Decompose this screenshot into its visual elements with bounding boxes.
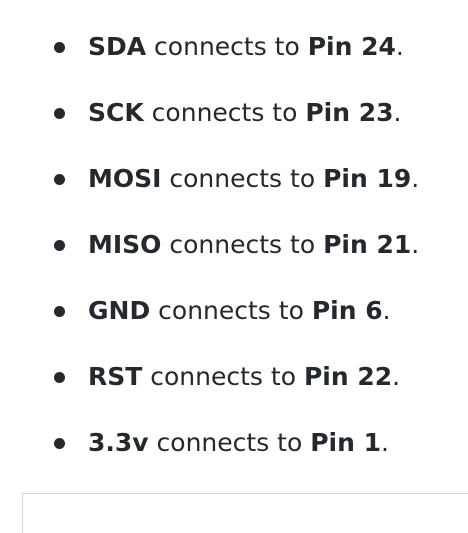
connects-text: connects to: [148, 428, 311, 457]
period: .: [411, 230, 420, 259]
period: .: [381, 428, 389, 457]
pin-number: Pin 1: [310, 428, 382, 457]
period: .: [393, 98, 402, 127]
period: .: [392, 362, 401, 391]
bullet-icon: [54, 42, 65, 53]
connects-text: connects to: [150, 296, 312, 325]
signal-name: MOSI: [88, 164, 162, 193]
list-item-3v3: 3.3v connects to Pin 1.: [0, 424, 468, 490]
pin-connection-list: SDA connects to Pin 24. SCK connects to …: [0, 28, 468, 490]
connects-text: connects to: [146, 32, 308, 61]
signal-name: SCK: [88, 98, 144, 127]
signal-name: SDA: [88, 32, 147, 61]
period: .: [411, 164, 420, 193]
connects-text: connects to: [161, 230, 324, 259]
next-block-border: [22, 493, 468, 533]
pin-number: Pin 21: [323, 230, 412, 259]
connects-text: connects to: [143, 98, 306, 127]
pin-number: Pin 24: [307, 32, 396, 61]
signal-name: RST: [88, 362, 143, 391]
bullet-icon: [54, 306, 65, 317]
bullet-icon: [54, 174, 65, 185]
list-item-rst: RST connects to Pin 22.: [0, 358, 468, 424]
list-item-miso: MISO connects to Pin 21.: [0, 226, 468, 292]
bullet-icon: [54, 240, 65, 251]
pin-number: Pin 6: [311, 296, 383, 325]
bullet-icon: [54, 108, 65, 119]
signal-name: GND: [88, 296, 151, 325]
period: .: [382, 296, 391, 325]
list-item-gnd: GND connects to Pin 6.: [0, 292, 468, 358]
list-item-sda: SDA connects to Pin 24.: [0, 28, 468, 94]
pin-number: Pin 23: [305, 98, 394, 127]
list-item-sck: SCK connects to Pin 23.: [0, 94, 468, 160]
connects-text: connects to: [142, 362, 304, 391]
connects-text: connects to: [161, 164, 324, 193]
signal-name: MISO: [88, 230, 162, 259]
bullet-icon: [54, 372, 65, 383]
period: .: [395, 32, 404, 61]
list-item-mosi: MOSI connects to Pin 19.: [0, 160, 468, 226]
bullet-icon: [54, 438, 65, 449]
signal-name: 3.3v: [88, 428, 149, 457]
pin-number: Pin 19: [323, 164, 412, 193]
pin-number: Pin 22: [303, 362, 393, 391]
